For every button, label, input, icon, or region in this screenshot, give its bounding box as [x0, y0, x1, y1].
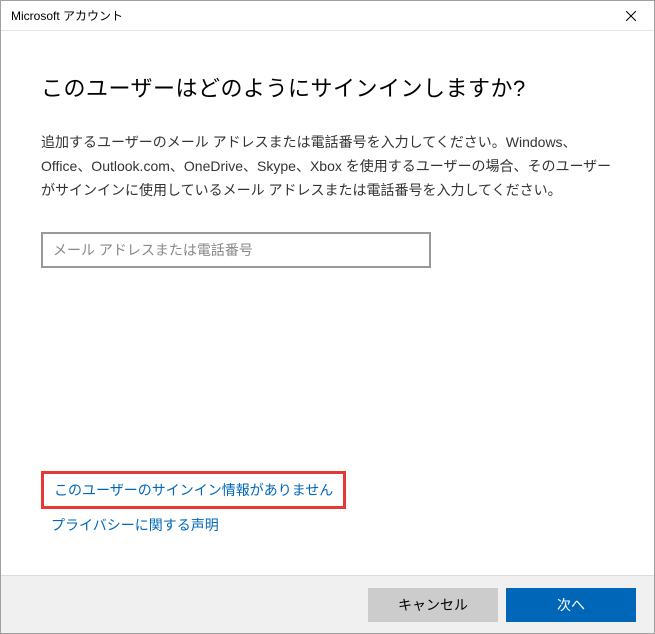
close-icon	[626, 11, 636, 21]
window-title: Microsoft アカウント	[11, 7, 123, 24]
no-signin-info-link[interactable]: このユーザーのサインイン情報がありません	[54, 482, 333, 498]
close-button[interactable]	[608, 1, 654, 31]
description-text: 追加するユーザーのメール アドレスまたは電話番号を入力してください。Window…	[41, 131, 614, 202]
privacy-link[interactable]: プライバシーに関する声明	[51, 517, 219, 533]
titlebar: Microsoft アカウント	[1, 1, 654, 31]
page-heading: このユーザーはどのようにサインインしますか?	[41, 71, 614, 103]
dialog-footer: キャンセル 次へ	[1, 575, 654, 633]
link-row: プライバシーに関する声明	[41, 515, 614, 535]
highlighted-link-box: このユーザーのサインイン情報がありません	[41, 471, 346, 509]
dialog-content: このユーザーはどのようにサインインしますか? 追加するユーザーのメール アドレス…	[1, 31, 654, 575]
dialog-window: Microsoft アカウント このユーザーはどのようにサインインしますか? 追…	[0, 0, 655, 634]
links-section: このユーザーのサインイン情報がありません プライバシーに関する声明	[41, 471, 614, 535]
spacer	[41, 268, 614, 471]
email-phone-input[interactable]	[41, 232, 431, 268]
cancel-button[interactable]: キャンセル	[368, 588, 498, 622]
next-button[interactable]: 次へ	[506, 588, 636, 622]
